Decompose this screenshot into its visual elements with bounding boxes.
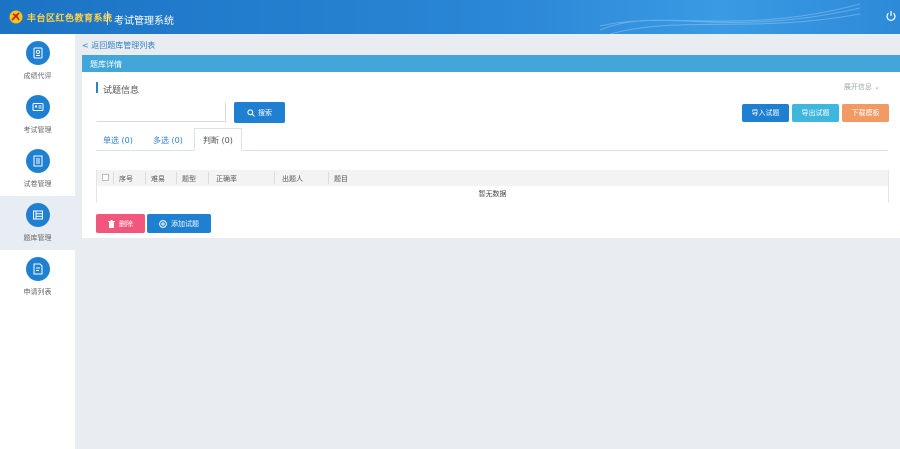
sidebar-item-label: 题库管理 bbox=[23, 234, 52, 242]
sidebar-item-label: 考试管理 bbox=[23, 126, 52, 134]
column-header-difficulty: 难易 bbox=[151, 175, 165, 183]
empty-state-text: 暂无数据 bbox=[478, 190, 507, 198]
column-separator bbox=[113, 172, 114, 184]
id-card-icon bbox=[26, 95, 50, 119]
org-name: 丰台区红色教育系统 bbox=[27, 13, 113, 24]
column-header-accuracy: 正确率 bbox=[216, 175, 237, 183]
detail-title-bar: 题库详情 bbox=[82, 55, 900, 72]
top-header: 丰台区红色教育系统 考试管理系统 bbox=[0, 0, 900, 34]
sidebar-item-exam-management[interactable]: 考试管理 bbox=[0, 88, 75, 142]
chevron-down-icon: ⌄ bbox=[874, 83, 880, 91]
power-icon[interactable] bbox=[885, 10, 897, 22]
system-title: 考试管理系统 bbox=[114, 16, 174, 27]
sidebar-item-label: 成绩代评 bbox=[23, 72, 52, 80]
sidebar-item-paper-management[interactable]: 试卷管理 bbox=[0, 142, 75, 196]
column-header-author: 出题人 bbox=[282, 175, 303, 183]
sidebar-item-label: 申请列表 bbox=[23, 288, 52, 296]
column-header-question: 题目 bbox=[334, 175, 348, 183]
select-all-checkbox[interactable] bbox=[102, 174, 109, 181]
sidebar-item-question-bank[interactable]: 题库管理 bbox=[0, 196, 75, 250]
party-emblem-icon bbox=[9, 10, 23, 24]
question-panel: 试题信息 展开信息 ⌄ 搜索 导入试题 导出试题 下载模板 单选 (0) 多选 … bbox=[82, 72, 900, 238]
section-marker bbox=[96, 82, 98, 93]
header-wave-decoration bbox=[600, 3, 860, 34]
table-header: 序号 难易 题型 正确率 出题人 题目 bbox=[97, 170, 888, 186]
expand-label: 展开信息 bbox=[843, 83, 872, 91]
list-icon bbox=[26, 203, 50, 227]
search-input[interactable] bbox=[96, 102, 226, 122]
column-separator bbox=[208, 172, 209, 184]
add-question-button[interactable]: 添加试题 bbox=[147, 214, 211, 233]
sidebar: 成绩代评 考试管理 试卷管理 题库管理 申请列表 bbox=[0, 34, 75, 449]
question-type-tabs: 单选 (0) 多选 (0) 判断 (0) bbox=[96, 128, 888, 151]
sidebar-item-label: 试卷管理 bbox=[23, 180, 52, 188]
import-questions-button[interactable]: 导入试题 bbox=[742, 104, 789, 122]
export-questions-button[interactable]: 导出试题 bbox=[792, 104, 839, 122]
trash-icon bbox=[108, 219, 115, 228]
download-template-button[interactable]: 下载模板 bbox=[842, 104, 889, 122]
document-icon bbox=[26, 149, 50, 173]
delete-button[interactable]: 删除 bbox=[96, 214, 145, 233]
tab-single-choice[interactable]: 单选 (0) bbox=[103, 128, 133, 151]
edit-doc-icon bbox=[26, 257, 50, 281]
sidebar-item-score-review[interactable]: 成绩代评 bbox=[0, 34, 75, 88]
column-header-type: 题型 bbox=[182, 175, 196, 183]
sidebar-item-application-list[interactable]: 申请列表 bbox=[0, 250, 75, 304]
back-to-list-link[interactable]: < 返回题库管理列表 bbox=[82, 40, 155, 51]
plus-circle-icon bbox=[159, 219, 167, 228]
search-button[interactable]: 搜索 bbox=[234, 102, 285, 123]
search-icon bbox=[247, 108, 255, 117]
tab-multiple-choice[interactable]: 多选 (0) bbox=[153, 128, 183, 151]
column-separator bbox=[176, 172, 177, 184]
logo: 丰台区红色教育系统 bbox=[9, 10, 113, 24]
questions-table: 序号 难易 题型 正确率 出题人 题目 暂无数据 bbox=[96, 170, 889, 203]
tab-true-false[interactable]: 判断 (0) bbox=[194, 128, 242, 151]
search-button-label: 搜索 bbox=[258, 108, 272, 117]
exam-icon bbox=[26, 41, 50, 65]
section-title: 试题信息 bbox=[103, 86, 140, 96]
header-divider bbox=[107, 11, 108, 25]
add-question-label: 添加试题 bbox=[171, 219, 199, 228]
page-title: 题库详情 bbox=[90, 60, 122, 69]
column-separator bbox=[328, 172, 329, 184]
column-header-index: 序号 bbox=[119, 175, 133, 183]
column-separator bbox=[274, 172, 275, 184]
column-separator bbox=[145, 172, 146, 184]
delete-button-label: 删除 bbox=[119, 219, 133, 228]
expand-toggle[interactable]: 展开信息 ⌄ bbox=[844, 82, 880, 92]
